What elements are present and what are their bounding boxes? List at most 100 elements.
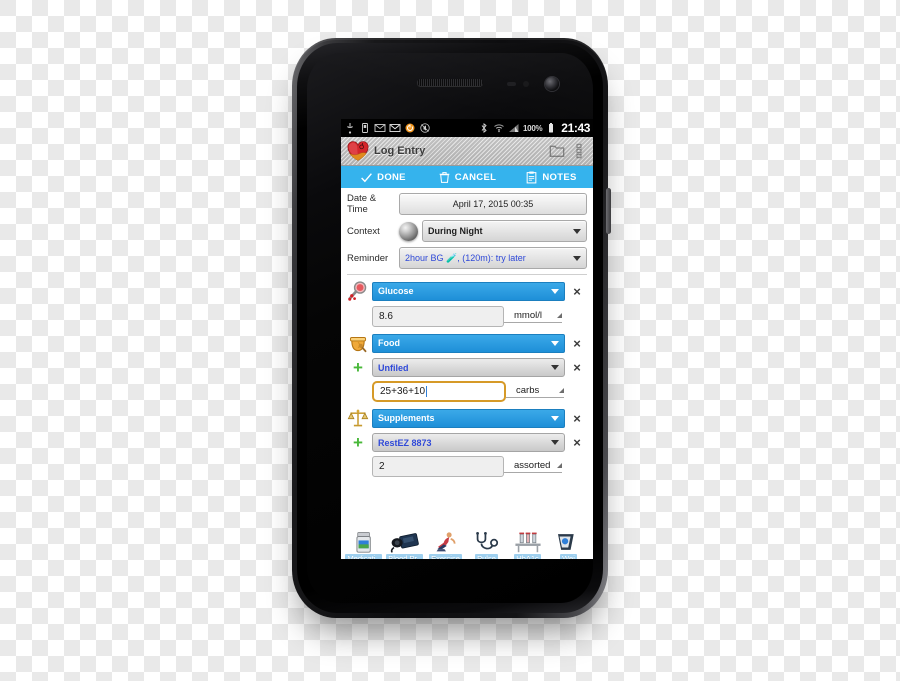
log-entry-form: Date & Time April 17, 2015 00:35 Context… xyxy=(341,188,593,559)
status-bar-right: 100% 21:43 xyxy=(478,121,590,135)
glucose-unit-label: mmol/l xyxy=(514,310,542,321)
quick-add-hba1c-label: HbA1c xyxy=(514,554,541,559)
entry-row-glucose: Glucose × xyxy=(347,280,587,302)
done-label: DONE xyxy=(377,171,406,183)
done-button[interactable]: DONE xyxy=(341,171,425,184)
phone-device: 100% 21:43 Log Entry DONE CANCEL NOTES D… xyxy=(292,38,611,618)
datetime-row: Date & Time April 17, 2015 00:35 xyxy=(347,193,587,215)
datetime-label: Date & Time xyxy=(347,193,377,215)
food-value-input[interactable]: 25+36+10 xyxy=(372,381,506,402)
supplements-subitem-row: + RestEZ 8873 × xyxy=(347,433,587,452)
add-food-item-button[interactable]: + xyxy=(347,359,369,376)
chevron-down-icon xyxy=(551,440,559,445)
context-row: Context During Night xyxy=(347,220,587,242)
quick-add-exercise-label: Exercise xyxy=(429,554,462,559)
pill-bottle-icon xyxy=(355,532,371,553)
supplements-subitem-select[interactable]: RestEZ 8873 xyxy=(372,433,565,452)
reminder-value: 2hour BG 🧪, (120m): try later xyxy=(405,252,526,263)
text-cursor xyxy=(426,386,428,397)
cancel-button[interactable]: CANCEL xyxy=(425,171,509,184)
food-unit-select[interactable]: carbs xyxy=(506,385,564,398)
earpiece-speaker xyxy=(417,79,483,86)
notes-button[interactable]: NOTES xyxy=(509,171,593,184)
remove-supplements-subitem-button[interactable]: × xyxy=(567,436,587,449)
context-label: Context xyxy=(347,225,380,237)
chevron-down-icon xyxy=(551,415,559,421)
heart-logo xyxy=(347,141,369,161)
glucose-value-row: 8.6 mmol/l xyxy=(347,306,587,327)
glucose-meter-icon xyxy=(348,281,367,301)
quick-add-weight[interactable]: Wei xyxy=(548,531,589,559)
wifi-icon xyxy=(494,124,504,133)
unit-dropdown-icon xyxy=(559,388,564,393)
status-bar-left-icons xyxy=(344,122,478,134)
glucose-unit-select[interactable]: mmol/l xyxy=(504,310,562,323)
trash-icon xyxy=(439,171,450,183)
glucose-value: 8.6 xyxy=(379,311,393,322)
food-subitem-row: + Unfiled × xyxy=(347,358,587,377)
quick-add-medication-label: Medicati.. xyxy=(345,554,382,559)
lab-icon xyxy=(514,532,541,553)
remove-supplements-button[interactable]: × xyxy=(567,412,587,425)
folder-icon[interactable] xyxy=(549,143,565,159)
scales-icon xyxy=(347,409,369,427)
usb-icon xyxy=(347,123,353,134)
mute-icon xyxy=(420,123,430,133)
food-subitem-select[interactable]: Unfiled xyxy=(372,358,565,377)
food-value: 25+36+10 xyxy=(380,386,426,397)
bluetooth-icon xyxy=(481,123,487,133)
datetime-value: April 17, 2015 00:35 xyxy=(452,199,534,209)
quick-add-bar: Medicati.. Blood Pr.. Exercise Pulse HbA… xyxy=(341,529,593,559)
phone-glass: 100% 21:43 Log Entry DONE CANCEL NOTES D… xyxy=(307,53,593,603)
divider xyxy=(347,274,587,275)
quick-add-weight-label: Wei xyxy=(560,554,577,559)
clipboard-icon xyxy=(527,171,537,183)
supplements-subitem-label: RestEZ 8873 xyxy=(378,437,432,448)
context-select[interactable]: During Night xyxy=(422,220,587,242)
quick-add-blood-pressure[interactable]: Blood Pr.. xyxy=(384,531,425,559)
add-supplement-item-button[interactable]: + xyxy=(347,434,369,451)
gmail-icon xyxy=(389,124,401,132)
proximity-sensor-icon xyxy=(507,82,516,86)
remove-food-subitem-button[interactable]: × xyxy=(567,361,587,374)
supplements-value-input[interactable]: 2 xyxy=(372,456,504,477)
overflow-menu-icon[interactable] xyxy=(571,143,587,159)
sim-card-icon xyxy=(362,123,368,133)
chevron-down-icon xyxy=(551,288,559,294)
quick-add-hba1c[interactable]: HbA1c xyxy=(507,531,548,559)
phone-bezel: 100% 21:43 Log Entry DONE CANCEL NOTES D… xyxy=(297,43,603,613)
exercise-icon xyxy=(436,532,456,552)
check-icon xyxy=(361,172,373,182)
glucose-value-input[interactable]: 8.6 xyxy=(372,306,504,327)
remove-food-button[interactable]: × xyxy=(567,337,587,350)
quick-add-exercise[interactable]: Exercise xyxy=(425,531,466,559)
status-bar: 100% 21:43 xyxy=(341,119,593,137)
chevron-down-icon xyxy=(573,255,581,261)
glucose-category-select[interactable]: Glucose xyxy=(372,281,565,301)
supplements-category-label: Supplements xyxy=(378,413,435,423)
honey-pot-icon xyxy=(349,337,367,353)
datetime-button[interactable]: April 17, 2015 00:35 xyxy=(399,193,587,215)
glucose-category-label: Glucose xyxy=(378,286,414,296)
reminder-label: Reminder xyxy=(347,252,389,264)
context-value: During Night xyxy=(428,226,483,236)
signal-icon xyxy=(509,124,519,132)
reminder-select[interactable]: 2hour BG 🧪, (120m): try later xyxy=(399,247,587,269)
supplements-unit-select[interactable]: assorted xyxy=(504,460,562,473)
page-title: Log Entry xyxy=(374,145,426,157)
supplements-category-select[interactable]: Supplements xyxy=(372,408,565,428)
quick-add-pulse[interactable]: Pulse xyxy=(466,531,507,559)
chevron-down-icon xyxy=(551,340,559,346)
blood-pressure-icon xyxy=(390,533,419,553)
quick-add-medication[interactable]: Medicati.. xyxy=(343,531,384,559)
entry-row-food: Food × xyxy=(347,332,587,354)
power-button[interactable] xyxy=(606,188,611,234)
app-title-bar: Log Entry xyxy=(341,137,593,166)
remove-glucose-button[interactable]: × xyxy=(567,285,587,298)
food-category-select[interactable]: Food xyxy=(372,333,565,353)
light-sensor-icon xyxy=(523,81,529,87)
cancel-label: CANCEL xyxy=(454,171,497,183)
front-camera-icon xyxy=(545,77,559,91)
supplements-value-row: 2 assorted xyxy=(347,456,587,477)
scale-icon xyxy=(557,534,574,550)
